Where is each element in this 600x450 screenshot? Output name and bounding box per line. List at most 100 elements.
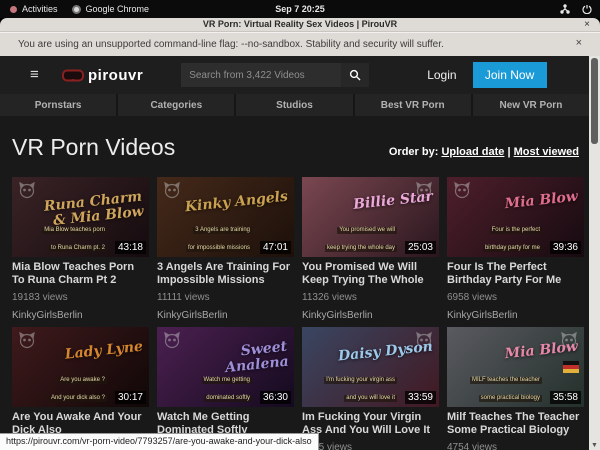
duration-badge: 47:01 [260, 241, 291, 254]
thumbnail-caption-line1: 3 Angels are training [193, 227, 252, 234]
vr-headset-icon [62, 69, 84, 82]
thumbnail-caption-line1: Are you awake ? [58, 377, 107, 384]
browser-tab-bar[interactable]: VR Porn: Virtual Reality Sex Videos | Pi… [0, 18, 600, 32]
video-thumbnail[interactable]: Kinky Angels 3 Angels are training for i… [157, 177, 294, 257]
join-now-button[interactable]: Join Now [473, 62, 547, 88]
screen: Activities Google Chrome Sep 7 20:25 VR … [0, 0, 600, 450]
thumbnail-caption-line1: Watch me getting [202, 377, 252, 384]
status-url-bar: https://pirouvr.com/vr-porn-video/779325… [0, 433, 319, 450]
studio-cat-mask-icon [17, 331, 37, 356]
search-button[interactable] [341, 63, 369, 87]
german-flag-icon [563, 361, 579, 373]
video-views: 19183 views [12, 292, 149, 303]
clock[interactable]: Sep 7 20:25 [0, 4, 600, 14]
studio-cat-mask-icon [162, 181, 182, 206]
video-card: Kinky Angels 3 Angels are training for i… [157, 177, 294, 321]
video-card: Sweet Analena Watch me getting dominated… [157, 327, 294, 450]
nav-best-vr-porn[interactable]: Best VR Porn [355, 94, 471, 116]
video-title-link[interactable]: Im Fucking Your Virgin Ass And You Will … [302, 411, 439, 438]
search-icon [349, 69, 361, 81]
thumbnail-caption-line1: Mia Blow teaches porn [42, 227, 107, 234]
browser-viewport: ≡ pirouvr Login Join Now Pornstars Categ… [0, 56, 600, 450]
duration-badge: 39:36 [550, 241, 581, 254]
duration-badge: 43:18 [115, 241, 146, 254]
duration-badge: 33:59 [405, 391, 436, 404]
thumbnail-caption-line2: some practical biology [479, 395, 542, 402]
site-logo[interactable]: pirouvr [62, 67, 143, 84]
thumbnail-caption: I'm fucking your virgin ass and you will… [324, 368, 397, 404]
thumbnail-caption-line2: dominated softly [204, 395, 252, 402]
video-views: 4754 views [447, 442, 584, 450]
video-grid: Runa Charm & Mia Blow Mia Blow teaches p… [12, 177, 584, 450]
video-thumbnail[interactable]: Mia Blow MILF teaches the teacher some p… [447, 327, 584, 407]
thumbnail-caption-line2: And your dick also ? [49, 395, 107, 402]
scroll-down-icon[interactable]: ▼ [589, 442, 600, 449]
video-card: Mia Blow MILF teaches the teacher some p… [447, 327, 584, 450]
thumbnail-caption-line2: to Runa Charm pt. 2 [49, 245, 107, 252]
video-thumbnail[interactable]: Lady Lyne Are you awake ? And your dick … [12, 327, 149, 407]
scrollbar-thumb[interactable] [591, 58, 598, 144]
search-input[interactable] [181, 63, 341, 87]
video-card: Billie Star You promised we will keep tr… [302, 177, 439, 321]
thumbnail-caption-line1: MILF teaches the teacher [470, 377, 542, 384]
thumbnail-caption-line2: keep trying the whole day [325, 245, 397, 252]
menu-hamburger-icon[interactable]: ≡ [30, 70, 46, 80]
thumbnail-model-name: Mia Blow [473, 189, 578, 215]
page-title: VR Porn Videos [12, 134, 175, 161]
nav-pornstars[interactable]: Pornstars [0, 94, 116, 116]
video-studio-link[interactable]: KinkyGirlsBerlin [302, 310, 439, 321]
video-thumbnail[interactable]: Mia Blow Four is the perfect birthday pa… [447, 177, 584, 257]
order-upload-date-link[interactable]: Upload date [441, 146, 504, 158]
nav-studios[interactable]: Studios [236, 94, 352, 116]
order-by-label: Order by: [389, 146, 439, 158]
studio-cat-mask-icon [17, 181, 37, 206]
thumbnail-model-name: Daisy Dyson [328, 339, 433, 365]
thumbnail-caption: You promised we will keep trying the who… [325, 218, 397, 254]
thumbnail-model-name: Kinky Angels [183, 189, 288, 215]
video-thumbnail[interactable]: Runa Charm & Mia Blow Mia Blow teaches p… [12, 177, 149, 257]
video-title-link[interactable]: Four Is The Perfect Birthday Party For M… [447, 261, 584, 288]
video-title-link[interactable]: Mia Blow Teaches Porn To Runa Charm Pt 2 [12, 261, 149, 288]
video-views: 11111 views [157, 292, 294, 303]
network-tray-icon[interactable] [560, 4, 570, 14]
warning-message: You are using an unsupported command-lin… [0, 39, 444, 50]
video-card: Mia Blow Four is the perfect birthday pa… [447, 177, 584, 321]
nav-categories[interactable]: Categories [118, 94, 234, 116]
thumbnail-caption-line2: birthday party for me [483, 245, 542, 252]
video-title-link[interactable]: Milf Teaches The Teacher Some Practical … [447, 411, 584, 438]
nav-new-vr-porn[interactable]: New VR Porn [473, 94, 589, 116]
video-card: Daisy Dyson I'm fucking your virgin ass … [302, 327, 439, 450]
thumbnail-caption: 3 Angels are training for impossible mis… [186, 218, 252, 254]
thumbnail-caption: Mia Blow teaches porn to Runa Charm pt. … [42, 218, 107, 254]
video-thumbnail[interactable]: Billie Star You promised we will keep tr… [302, 177, 439, 257]
tab-close-icon[interactable]: × [584, 18, 590, 32]
page-heading-row: VR Porn Videos Order by: Upload date | M… [0, 116, 589, 176]
main-nav: Pornstars Categories Studios Best VR Por… [0, 94, 589, 116]
video-title-link[interactable]: 3 Angels Are Training For Impossible Mis… [157, 261, 294, 288]
power-icon[interactable] [582, 4, 592, 14]
system-top-bar: Activities Google Chrome Sep 7 20:25 [0, 0, 600, 18]
site-header: ≡ pirouvr Login Join Now [0, 56, 589, 94]
video-thumbnail[interactable]: Daisy Dyson I'm fucking your virgin ass … [302, 327, 439, 407]
search-bar [181, 63, 369, 87]
video-studio-link[interactable]: KinkyGirlsBerlin [157, 310, 294, 321]
studio-cat-mask-icon [162, 331, 182, 356]
thumbnail-model-name: Billie Star [328, 189, 433, 215]
video-title-link[interactable]: You Promised We Will Keep Trying The Who… [302, 261, 439, 288]
video-views: 6958 views [447, 292, 584, 303]
login-link[interactable]: Login [427, 68, 456, 82]
video-studio-link[interactable]: KinkyGirlsBerlin [447, 310, 584, 321]
video-views: 11326 views [302, 292, 439, 303]
order-by: Order by: Upload date | Most viewed [389, 146, 579, 158]
order-most-viewed-link[interactable]: Most viewed [514, 146, 579, 158]
video-thumbnail[interactable]: Sweet Analena Watch me getting dominated… [157, 327, 294, 407]
video-studio-link[interactable]: KinkyGirlsBerlin [12, 310, 149, 321]
scrollbar[interactable]: ▼ [589, 56, 600, 450]
thumbnail-caption: Four is the perfect birthday party for m… [483, 218, 542, 254]
thumbnail-caption: Watch me getting dominated softly [202, 368, 252, 404]
thumbnail-model-name: Lady Lyne [38, 339, 143, 365]
thumbnail-caption-line2: and you will love it [344, 395, 397, 402]
thumbnail-caption-line1: I'm fucking your virgin ass [324, 377, 397, 384]
warning-close-icon[interactable]: × [576, 37, 582, 49]
video-card: Lady Lyne Are you awake ? And your dick … [12, 327, 149, 450]
